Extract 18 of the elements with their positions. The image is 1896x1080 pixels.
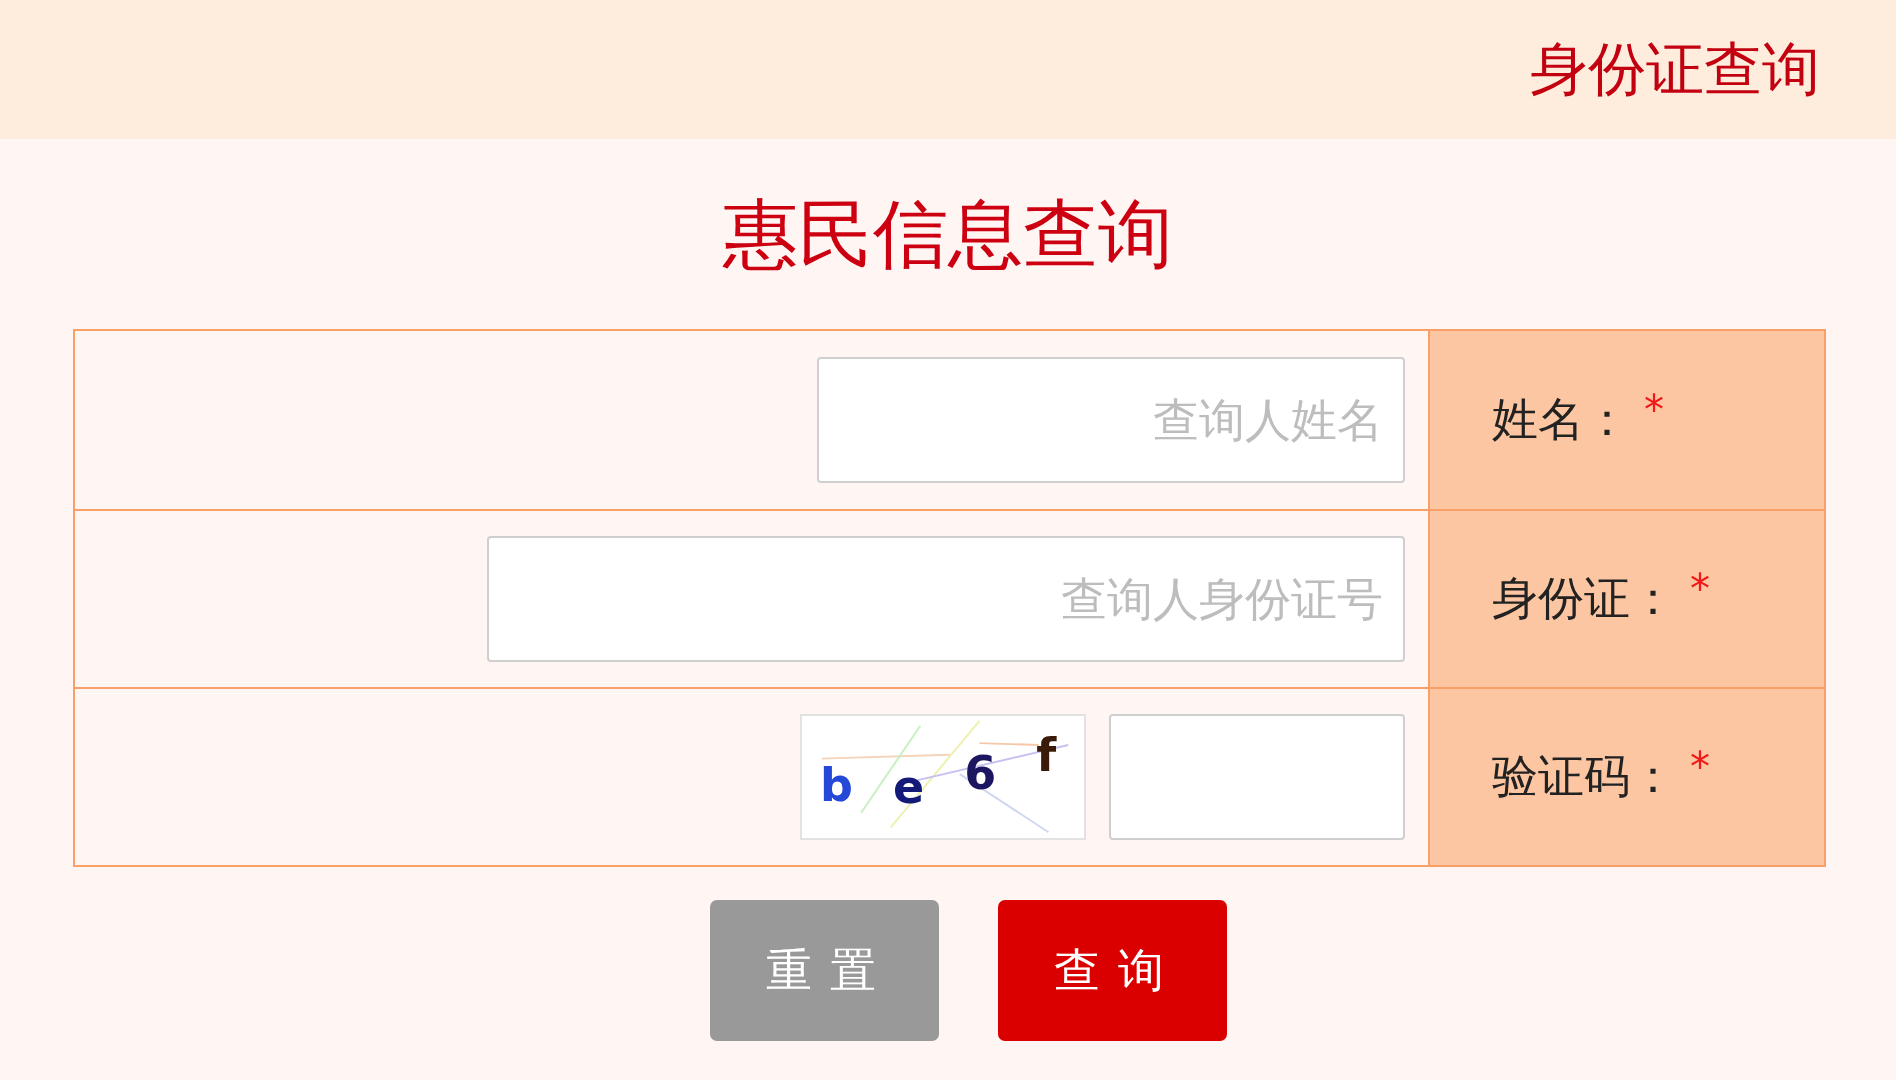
required-mark: * [1690, 747, 1710, 787]
field-label: 身份证： [1492, 571, 1676, 627]
reset-button[interactable]: 重置 [709, 900, 939, 1041]
captcha-char: 6 [964, 750, 997, 796]
required-mark: * [1690, 569, 1710, 609]
captcha-input[interactable] [1109, 714, 1405, 840]
required-mark: * [1644, 390, 1664, 430]
field-label: 姓名： [1492, 392, 1630, 448]
captcha-char: b [820, 762, 853, 808]
text-input[interactable]: 查询人身份证号 [487, 536, 1405, 662]
header-title: 身份证查询 [1530, 34, 1820, 105]
captcha-char: e [892, 764, 925, 810]
query-button[interactable]: 查询 [997, 900, 1227, 1041]
captcha-char: f [1036, 732, 1057, 778]
text-input[interactable]: 查询人姓名 [817, 357, 1405, 483]
captcha-image[interactable]: b e 6 f [800, 714, 1086, 840]
form-title: 惠民信息查询 [723, 189, 1173, 279]
field-label: 验证码： [1492, 749, 1676, 805]
